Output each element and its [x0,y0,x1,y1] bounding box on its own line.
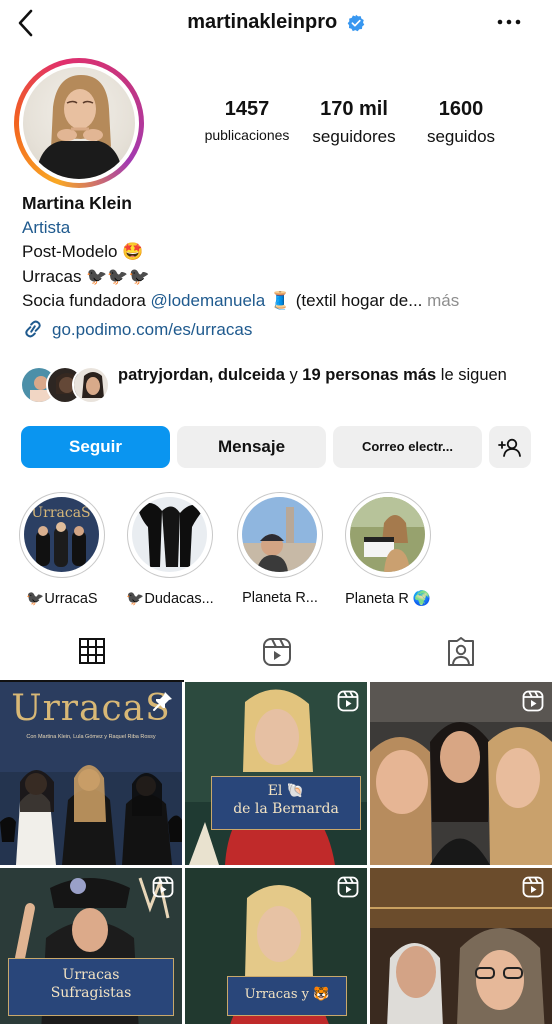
reels-icon [152,876,174,898]
followed-by-row[interactable]: patryjordan, dulceida y 19 personas más … [20,364,540,410]
pin-icon [153,692,172,711]
bio-line-3-suffix: 🧵 (textil hogar de... [265,291,423,310]
bio-line-3: Socia fundadora @lodemanuela 🧵 (textil h… [22,289,542,314]
highlight-planeta-r-1[interactable]: Planeta R... [236,492,324,606]
post-caption-line: Urracas y 🐯 [244,987,330,1002]
profile-avatar-story-ring[interactable] [14,58,144,188]
stat-posts: 1457 publicaciones [198,98,296,143]
top-bar: martinakleinpro [0,0,552,46]
posts-grid: UrracaS Con Martina Klein, Lula Gómez y … [0,682,552,1024]
post-tile[interactable]: Urracas Sufragistas [0,868,182,1024]
reels-icon [337,876,359,898]
reels-icon [263,638,291,666]
post-tile[interactable] [370,682,552,865]
highlight-ring: UrracaS [19,492,105,578]
suggested-accounts-button[interactable] [489,426,531,468]
highlight-ring [127,492,213,578]
highlight-cover [350,497,425,572]
followed-by-names: patryjordan, dulceida [118,366,285,384]
highlight-ring [345,492,431,578]
following-label: seguidos [426,127,496,146]
following-count: 1600 [438,98,484,120]
bio-line-2: Urracas 🐦‍⬛🐦‍⬛🐦‍⬛ [22,266,150,286]
profile-name: Martina Klein [22,193,132,213]
highlight-cover [242,497,317,572]
username-text: martinakleinpro [187,11,338,34]
profile-bio: Martina Klein Artista Post-Modelo 🤩 Urra… [22,191,542,342]
highlight-urracas[interactable]: UrracaS 🐦‍⬛UrracaS [18,492,106,607]
posts-count: 1457 [224,98,270,120]
email-button[interactable]: Correo electr... [333,426,482,468]
reels-icon [522,690,544,712]
tab-tagged[interactable] [368,622,552,682]
highlight-label: 🐦‍⬛UrracaS [26,591,98,607]
profile-username: martinakleinpro [0,11,552,34]
post-caption-line: de la Bernarda [233,801,339,817]
bio-line-1: Post-Modelo 🤩 [22,242,144,261]
reels-icon [337,690,359,712]
followers-count: 170 mil [320,98,388,120]
bio-more-link[interactable]: más [422,291,459,310]
followed-by-others: 19 personas más [302,366,437,384]
highlight-cover [132,497,207,572]
tab-reels[interactable] [184,622,368,682]
post-caption-line: El 🐚 [267,783,305,799]
post-tile[interactable] [370,868,552,1024]
tab-grid[interactable] [0,622,184,682]
post-tile[interactable]: UrracaS Con Martina Klein, Lula Gómez y … [0,682,182,865]
svg-text:UrracaS: UrracaS [31,505,90,521]
post-tile[interactable]: El 🐚 de la Bernarda [185,682,367,865]
verified-badge-icon [347,14,365,31]
post-caption-box: Urracas y 🐯 [227,976,347,1016]
highlight-cover: UrracaS [24,497,99,572]
highlight-label: Planeta R 🌍 [345,591,431,607]
message-button[interactable]: Mensaje [177,426,326,468]
grid-icon [79,638,105,664]
highlight-label: 🐦‍⬛Dudacas... [126,591,214,607]
add-person-icon [498,438,521,457]
post-tile[interactable]: Urracas y 🐯 [185,868,367,1024]
post-cover-subtitle: Con Martina Klein, Lula Gómez y Raquel R… [26,734,156,740]
more-horizontal-icon[interactable] [494,10,524,34]
highlight-ring [237,492,323,578]
stat-followers[interactable]: 170 mil seguidores [304,98,404,147]
follower-avatar [72,366,110,404]
avatar-border [19,63,139,183]
tagged-person-icon [448,637,474,666]
post-caption-box: El 🐚 de la Bernarda [211,776,361,830]
link-icon [25,320,41,337]
post-caption-line: Sufragistas [50,985,132,1001]
post-caption-line: Urracas [62,967,120,983]
profile-tabs [0,622,552,682]
followed-by-connector: y [284,366,303,384]
avatar [23,67,135,179]
stat-following[interactable]: 1600 seguidos [414,98,508,147]
bio-line-3-prefix: Socia fundadora [22,291,151,310]
highlight-label: Planeta R... [242,590,318,606]
highlight-dudacas[interactable]: 🐦‍⬛Dudacas... [126,492,214,607]
bio-link-text: go.podimo.com/es/urracas [52,319,253,339]
followers-label: seguidores [312,127,396,146]
followed-by-text: patryjordan, dulceida y 19 personas más … [118,364,528,387]
posts-label: publicaciones [204,127,290,143]
bio-mention-link[interactable]: @lodemanuela [151,291,266,310]
reels-icon [522,876,544,898]
post-caption-box: Urracas Sufragistas [8,958,174,1016]
highlight-planeta-r-2[interactable]: Planeta R 🌍 [344,492,432,607]
followed-by-suffix: le siguen [436,366,507,384]
follow-button[interactable]: Seguir [21,426,170,468]
profile-category[interactable]: Artista [22,216,542,241]
bio-external-link[interactable]: go.podimo.com/es/urracas [22,318,542,343]
